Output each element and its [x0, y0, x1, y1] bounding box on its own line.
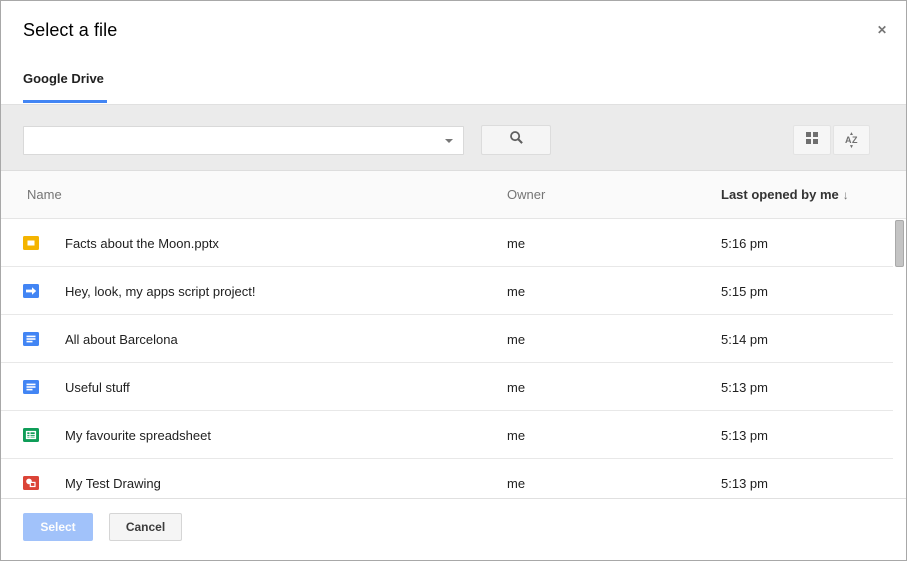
sort-alphabetical-icon: ▲ AZ ▼: [845, 132, 858, 149]
cancel-button[interactable]: Cancel: [109, 513, 182, 541]
file-list: Facts about the Moon.pptx me 5:16 pm Hey…: [1, 219, 906, 498]
drawing-file-icon: [23, 476, 39, 490]
active-tab-underline: [23, 100, 107, 103]
document-file-icon: [23, 332, 39, 346]
file-row[interactable]: My Test Drawing me 5:13 pm: [1, 459, 906, 498]
search-field-wrap: [23, 126, 464, 155]
grid-view-icon: [806, 131, 818, 149]
dialog-footer: Select Cancel: [1, 498, 906, 560]
tab-google-drive[interactable]: Google Drive: [23, 71, 104, 86]
select-file-dialog: Select a file ✕ Google Drive: [0, 0, 907, 561]
column-header-name[interactable]: Name: [27, 187, 62, 202]
file-row[interactable]: All about Barcelona me 5:14 pm: [1, 315, 906, 363]
select-button[interactable]: Select: [23, 513, 93, 541]
list-header: Name Owner Last opened by me↓: [1, 171, 906, 219]
slides-file-icon: [23, 236, 39, 250]
search-button[interactable]: [481, 125, 551, 155]
chevron-down-icon[interactable]: [445, 139, 453, 143]
scrollbar-thumb[interactable]: [895, 220, 904, 267]
file-row[interactable]: My favourite spreadsheet me 5:13 pm: [1, 411, 906, 459]
file-row[interactable]: Hey, look, my apps script project! me 5:…: [1, 267, 906, 315]
script-file-icon: [23, 284, 39, 298]
file-row[interactable]: Useful stuff me 5:13 pm: [1, 363, 906, 411]
search-icon: [509, 130, 524, 150]
tab-bar: Google Drive: [1, 61, 906, 104]
sort-alphabetical-button[interactable]: ▲ AZ ▼: [833, 125, 870, 155]
search-toolbar: [1, 104, 906, 171]
dialog-title-bar: Select a file ✕: [1, 1, 906, 61]
column-header-owner[interactable]: Owner: [507, 187, 545, 202]
document-file-icon: [23, 380, 39, 394]
sort-descending-arrow-icon: ↓: [839, 188, 849, 202]
dialog-title: Select a file: [23, 20, 117, 41]
close-icon[interactable]: ✕: [873, 21, 891, 39]
search-input[interactable]: [23, 126, 464, 155]
spreadsheet-file-icon: [23, 428, 39, 442]
grid-view-button[interactable]: [793, 125, 831, 155]
file-row[interactable]: Facts about the Moon.pptx me 5:16 pm: [1, 219, 906, 267]
scrollbar-track[interactable]: [893, 219, 906, 498]
column-header-last-opened[interactable]: Last opened by me↓: [721, 187, 849, 202]
